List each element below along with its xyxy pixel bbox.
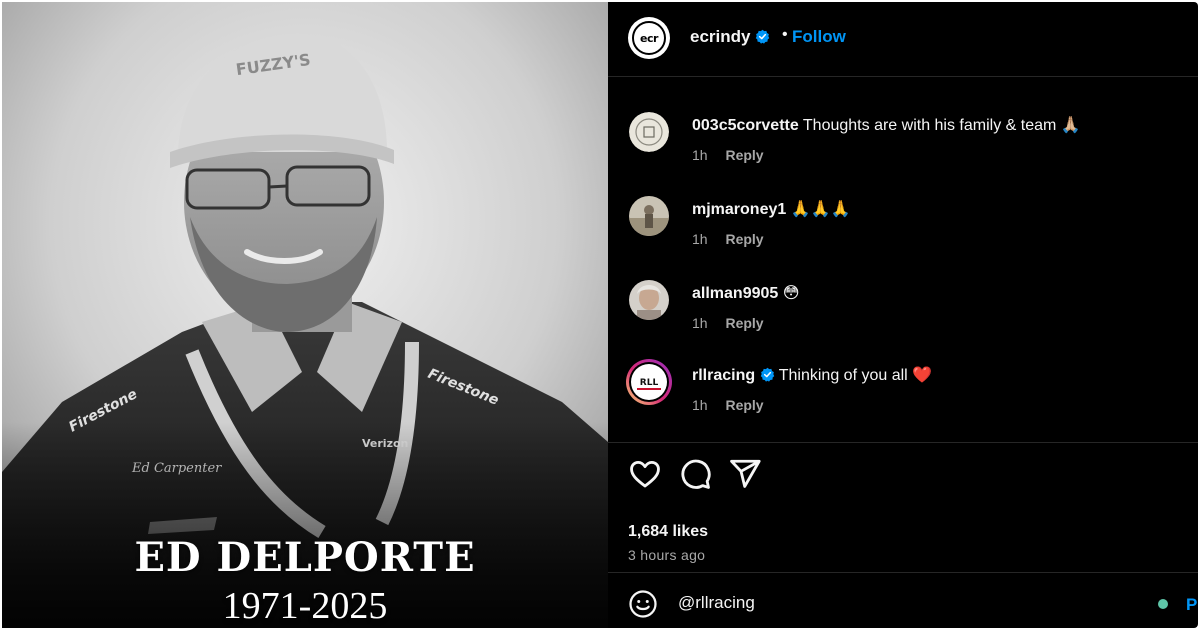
like-count[interactable]: 1,684 likes: [628, 523, 708, 541]
verified-badge-icon: [760, 367, 774, 382]
follow-button[interactable]: Follow: [792, 27, 846, 47]
comment-item: mjmaroney1 🙏🙏🙏 1h Reply: [608, 196, 1198, 276]
memorial-name: ED DELPORTE: [134, 534, 476, 581]
post-username-wrap[interactable]: ecrindy: [690, 27, 770, 47]
comment-time: 1h: [692, 147, 708, 163]
comment-text-line: allman9905 😳: [692, 283, 799, 303]
comment-username[interactable]: allman9905: [692, 285, 778, 302]
comment-avatar[interactable]: [629, 196, 669, 236]
comment-avatar[interactable]: [629, 112, 669, 152]
post-actions: 1,684 likes 3 hours ago: [608, 442, 1198, 577]
memorial-photo: FUZZY'S Firestone Firestone Ed Carpenter…: [2, 2, 608, 628]
comment-time: 1h: [692, 315, 708, 331]
comment-username[interactable]: mjmaroney1: [692, 201, 786, 218]
story-ring-avatar-icon: RLL: [626, 359, 672, 405]
memorial-years: 1971-2025: [222, 585, 388, 627]
comment-body: 😳: [782, 285, 800, 302]
header-separator: •: [782, 26, 788, 43]
comment-text-line: mjmaroney1 🙏🙏🙏: [692, 199, 850, 219]
avatar-badge-icon: [629, 112, 669, 152]
reply-button[interactable]: Reply: [725, 397, 763, 413]
heart-icon[interactable]: [628, 457, 662, 491]
comment-username[interactable]: 003c5corvette: [692, 117, 799, 134]
comment-meta: 1h Reply: [692, 315, 764, 331]
share-icon[interactable]: [728, 457, 762, 491]
reply-button[interactable]: Reply: [725, 315, 763, 331]
avatar-photo-icon: [629, 196, 669, 236]
comment-body: Thoughts are with his family & team 🙏🏼: [802, 117, 1081, 134]
verified-badge-icon: [755, 29, 770, 44]
post-timestamp: 3 hours ago: [628, 547, 706, 563]
post-comment-button[interactable]: Pos: [1186, 595, 1198, 615]
post-username[interactable]: ecrindy: [690, 27, 750, 46]
comment-item: RLL rllracing Thinking of you all ❤️ 1h …: [608, 359, 1198, 442]
comment-avatar[interactable]: RLL: [625, 358, 673, 406]
comment-time: 1h: [692, 397, 708, 413]
reply-button[interactable]: Reply: [725, 231, 763, 247]
comment-icon[interactable]: [678, 457, 712, 491]
svg-text:RLL: RLL: [640, 378, 659, 388]
comment-text-line: 003c5corvette Thoughts are with his fami…: [692, 115, 1081, 135]
comment-username[interactable]: rllracing: [692, 367, 755, 384]
post-header: ecr ecrindy • Follow: [608, 2, 1198, 77]
post-panel: ecr ecrindy • Follow 003c5corvette Thoug…: [608, 2, 1198, 628]
comment-avatar[interactable]: [629, 280, 669, 320]
comment-body: Thinking of you all ❤️: [778, 367, 933, 384]
comment-meta: 1h Reply: [692, 147, 764, 163]
comment-item: allman9905 😳 1h Reply: [608, 280, 1198, 360]
comment-meta: 1h Reply: [692, 231, 764, 247]
comment-meta: 1h Reply: [692, 397, 764, 413]
account-logo: ecr: [632, 21, 666, 55]
account-avatar[interactable]: ecr: [628, 17, 670, 59]
comment-text-line: rllracing Thinking of you all ❤️: [692, 365, 932, 385]
emoji-icon[interactable]: [628, 589, 658, 619]
reply-button[interactable]: Reply: [725, 147, 763, 163]
comment-time: 1h: [692, 231, 708, 247]
screenshot-frame: FUZZY'S Firestone Firestone Ed Carpenter…: [0, 0, 1200, 630]
comment-input[interactable]: [678, 587, 1138, 619]
comment-item: 003c5corvette Thoughts are with his fami…: [608, 112, 1198, 192]
avatar-photo-icon: [629, 280, 669, 320]
comment-composer: Pos: [608, 572, 1198, 628]
status-dot-icon: [1158, 599, 1168, 609]
comment-body: 🙏🙏🙏: [790, 201, 851, 218]
